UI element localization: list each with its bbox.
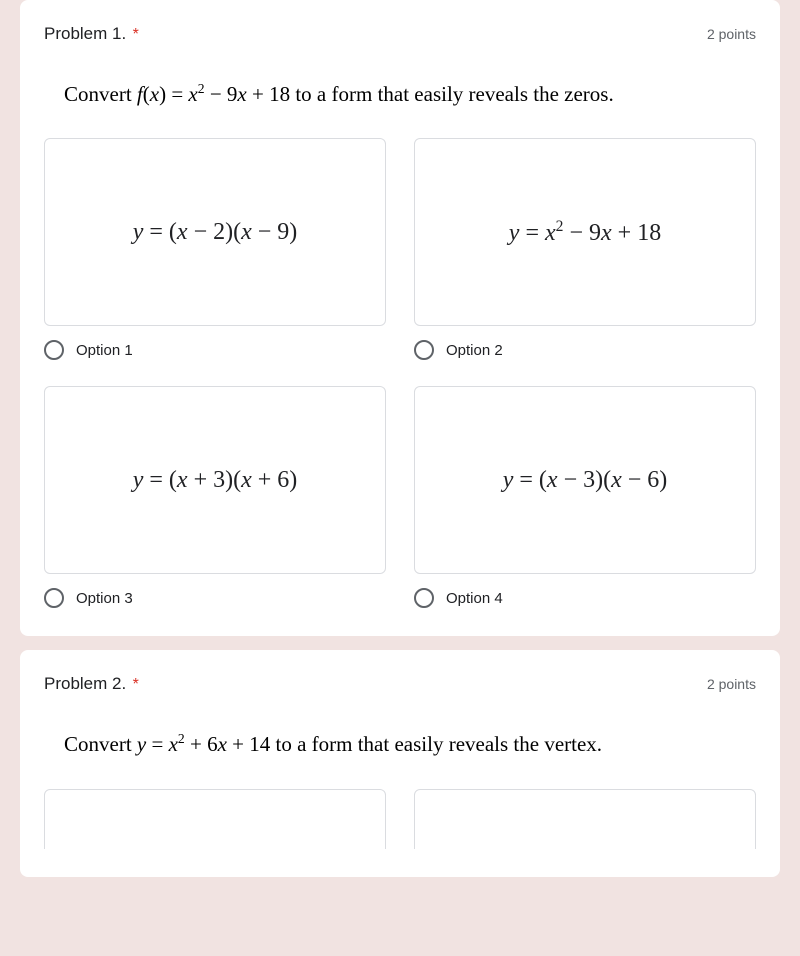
option-math: y = (x − 3)(x − 6) [503,467,668,494]
option-label: Option 3 [76,590,133,607]
option-image-2[interactable] [414,789,756,849]
option-math: y = (x − 2)(x − 9) [133,219,298,246]
option-math: y = (x + 3)(x + 6) [133,467,298,494]
option-label: Option 4 [446,590,503,607]
option-image-1[interactable]: y = (x − 2)(x − 9) [44,138,386,326]
option-cell-1 [44,789,386,849]
radio-icon [414,340,434,360]
radio-icon [44,340,64,360]
prompt-suffix: to a form that easily reveals the zeros. [290,82,614,106]
option-image-2[interactable]: y = x2 − 9x + 18 [414,138,756,326]
problem-title-row: Problem 1. * [44,24,139,44]
option-label: Option 2 [446,342,503,359]
option-cell-2: y = x2 − 9x + 18 Option 2 [414,138,756,360]
radio-icon [414,588,434,608]
option-cell-1: y = (x − 2)(x − 9) Option 1 [44,138,386,360]
card-header: Problem 2. * 2 points [44,674,756,694]
points-label: 2 points [707,26,756,42]
prompt-math: f(x) = x2 − 9x + 18 [137,82,290,106]
option-image-4[interactable]: y = (x − 3)(x − 6) [414,386,756,574]
option-image-3[interactable]: y = (x + 3)(x + 6) [44,386,386,574]
option-cell-4: y = (x − 3)(x − 6) Option 4 [414,386,756,608]
problem-title: Problem 1. [44,24,126,43]
prompt-math: y = x2 + 6x + 14 [137,732,270,756]
question-prompt: Convert f(x) = x2 − 9x + 18 to a form th… [64,80,748,108]
option-cell-2 [414,789,756,849]
prompt-suffix: to a form that easily reveals the vertex… [270,732,602,756]
option-radio-row-4[interactable]: Option 4 [414,588,756,608]
radio-icon [44,588,64,608]
option-radio-row-3[interactable]: Option 3 [44,588,386,608]
question-card-1: Problem 1. * 2 points Convert f(x) = x2 … [20,0,780,636]
option-cell-3: y = (x + 3)(x + 6) Option 3 [44,386,386,608]
required-star: * [133,676,139,693]
option-label: Option 1 [76,342,133,359]
problem-title: Problem 2. [44,674,126,693]
problem-title-row: Problem 2. * [44,674,139,694]
points-label: 2 points [707,676,756,692]
question-card-2: Problem 2. * 2 points Convert y = x2 + 6… [20,650,780,876]
prompt-prefix: Convert [64,82,137,106]
options-grid: y = (x − 2)(x − 9) Option 1 y = x2 − 9x … [44,138,756,608]
option-radio-row-2[interactable]: Option 2 [414,340,756,360]
prompt-prefix: Convert [64,732,137,756]
option-math: y = x2 − 9x + 18 [509,218,661,247]
option-radio-row-1[interactable]: Option 1 [44,340,386,360]
card-header: Problem 1. * 2 points [44,24,756,44]
question-prompt: Convert y = x2 + 6x + 14 to a form that … [64,730,748,758]
required-star: * [133,26,139,43]
option-image-1[interactable] [44,789,386,849]
options-grid [44,789,756,849]
